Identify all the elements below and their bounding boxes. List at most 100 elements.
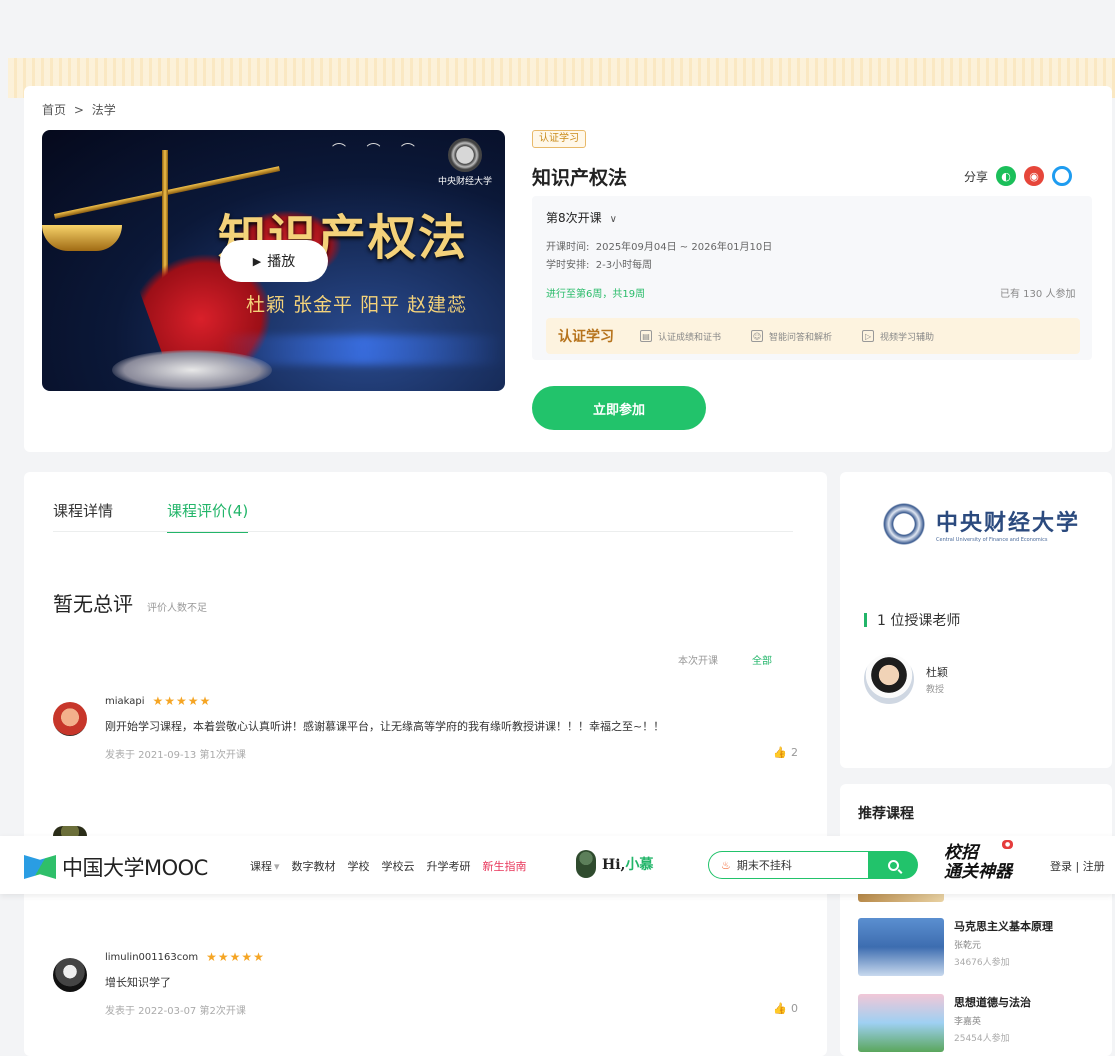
join-button[interactable]: 立即参加	[532, 386, 706, 430]
cert-feature-video: ▷ 视频学习辅助	[862, 330, 934, 343]
light-glow-graphic	[222, 335, 505, 365]
recommended-thumbnail	[858, 994, 944, 1052]
university-logo[interactable]: 中央财经大学 Central University of Finance and…	[880, 500, 1080, 548]
cert-title: 认证学习	[558, 329, 614, 345]
search-bar: ♨ 期末不挂科	[708, 851, 918, 879]
fire-icon: ♨	[721, 858, 731, 872]
recommended-teacher: 张乾元	[954, 941, 982, 951]
star-rating: ★★★★★	[206, 950, 265, 964]
review-username[interactable]: miakapi	[105, 696, 145, 707]
share-label: 分享	[964, 169, 989, 184]
university-name-en: Central University of Finance and Econom…	[936, 537, 1048, 543]
heading-accent-bar	[864, 613, 867, 627]
like-button[interactable]: 👍 2	[773, 746, 798, 759]
recommended-count: 25454人参加	[954, 1034, 1010, 1044]
certification-bar[interactable]: 认证学习 ▤ 认证成绩和证书 ☺ 智能问答和解析 ▷ 视频学习辅助	[546, 318, 1080, 354]
recommended-item[interactable]: 思想道德与法治 李嘉英 25454人参加	[858, 994, 1031, 1052]
play-button[interactable]: ▶ 播放	[220, 240, 328, 282]
logo-text: 中国大学MOOC	[62, 856, 208, 880]
recommended-count: 34676人参加	[954, 958, 1010, 968]
filter-this-term[interactable]: 本次开课	[678, 652, 718, 667]
video-icon: ▷	[862, 330, 875, 342]
chevron-down-icon: ∨	[609, 214, 617, 225]
birds-graphic: ⌒ ⌒ ⌒	[332, 143, 423, 159]
avatar[interactable]	[53, 826, 87, 836]
teacher-name[interactable]: 杜颖	[926, 664, 948, 680]
teacher-avatar[interactable]	[864, 654, 914, 704]
nav-item-school[interactable]: 学校	[348, 858, 370, 874]
review-meta: 发表于 2021-09-13 第1次开课	[105, 750, 246, 761]
recommended-item[interactable]: 马克思主义基本原理 张乾元 34676人参加	[858, 918, 1053, 976]
promo-badge: ●	[1002, 840, 1014, 849]
login-register-link[interactable]: 登录 | 注册	[1050, 858, 1105, 874]
mooc-logo-icon	[24, 855, 56, 879]
scale-pan-graphic	[42, 225, 122, 251]
top-navbar: 中国大学MOOC 课程 ▾ 数字教材 学校 学校云 升学考研 新生指南 Hi,小慕…	[0, 836, 1115, 894]
course-hours: 学时安排: 2-3小时每周	[546, 260, 653, 271]
term-select[interactable]: 第8次开课 ∨	[546, 209, 617, 226]
banner-teachers: 杜颖 张金平 阳平 赵建蕊	[246, 294, 468, 316]
review-summary: 暂无总评 评价人数不足	[53, 588, 207, 617]
site-logo[interactable]: 中国大学MOOC	[24, 852, 208, 882]
thumb-up-icon: 👍	[773, 1002, 787, 1015]
weibo-share-icon[interactable]: ◉	[1024, 166, 1045, 186]
cert-feature-qa: ☺ 智能问答和解析	[751, 330, 833, 343]
campus-recruit-promo[interactable]: 校招 通关神器 ●	[944, 840, 1014, 882]
search-button[interactable]	[868, 851, 918, 879]
like-button[interactable]: 👍 0	[773, 1002, 798, 1015]
breadcrumb-home[interactable]: 首页	[42, 103, 66, 117]
nav-item-freshman-guide[interactable]: 新生指南	[483, 858, 527, 874]
course-content-card	[24, 472, 827, 1056]
teacher-role: 教授	[926, 685, 945, 695]
nav-item-courses[interactable]: 课程 ▾	[250, 858, 280, 874]
play-icon: ▶	[252, 254, 262, 268]
share-bar: 分享 ◐ ◉	[964, 166, 1073, 186]
avatar[interactable]	[53, 702, 87, 736]
review-content: 增长知识学了	[105, 976, 171, 989]
thumb-up-icon: 👍	[773, 746, 787, 759]
play-label: 播放	[267, 254, 296, 270]
tab-reviews[interactable]: 课程评价(4)	[167, 500, 249, 533]
qq-share-icon[interactable]	[1052, 166, 1073, 186]
certification-tag: 认证学习	[532, 130, 586, 148]
course-banner[interactable]: ⌒ ⌒ ⌒ 中央财经大学 知识产权法 杜颖 张金平 阳平 赵建蕊 ▶ 播放	[42, 130, 505, 391]
review-content: 刚开始学习课程，本着尝敬心认真听讲！感谢慕课平台，让无缘高等学府的我有缘听教授讲…	[105, 720, 665, 733]
breadcrumb: 首页 > 法学	[42, 101, 120, 118]
wechat-share-icon[interactable]: ◐	[996, 166, 1017, 186]
review-username[interactable]: limulin001163com	[105, 952, 198, 963]
nav-item-exam-prep[interactable]: 升学考研	[427, 858, 471, 874]
tab-details[interactable]: 课程详情	[53, 500, 113, 533]
tab-divider	[53, 531, 793, 532]
teachers-heading: 1 位授课老师	[864, 610, 960, 630]
recommended-name: 马克思主义基本原理	[954, 920, 1053, 933]
review-filter: 本次开课 全部	[678, 652, 772, 667]
cert-feature-certificate: ▤ 认证成绩和证书	[640, 330, 721, 343]
content-tabs: 课程详情 课程评价(4)	[53, 500, 249, 533]
breadcrumb-current[interactable]: 法学	[92, 103, 116, 117]
ai-assistant[interactable]: Hi,小慕	[576, 850, 653, 878]
course-title: 知识产权法	[532, 167, 628, 189]
summary-title: 暂无总评	[53, 592, 133, 616]
chevron-down-icon: ▾	[274, 860, 280, 873]
recommended-name: 思想道德与法治	[954, 996, 1031, 1009]
search-icon	[887, 859, 899, 871]
banner-university-mark: 中央财经大学	[432, 138, 498, 188]
recommended-teacher: 李嘉英	[954, 1017, 982, 1027]
avatar[interactable]	[53, 958, 87, 992]
breadcrumb-separator: >	[73, 103, 84, 117]
recommended-thumbnail[interactable]	[858, 894, 944, 902]
course-progress: 进行至第6周，共19周	[546, 289, 646, 300]
search-input[interactable]: ♨ 期末不挂科	[708, 851, 868, 879]
nav-item-digital-textbook[interactable]: 数字教材	[292, 858, 336, 874]
joined-count: 已有 130 人参加	[1000, 289, 1076, 300]
university-name-cn: 中央财经大学	[936, 510, 1081, 536]
university-seal-icon	[880, 500, 928, 548]
nav-item-school-cloud[interactable]: 学校云	[382, 858, 415, 874]
robot-icon: ☺	[751, 330, 764, 342]
filter-all[interactable]: 全部	[752, 652, 772, 667]
assistant-avatar-icon	[576, 850, 596, 878]
star-rating: ★★★★★	[152, 694, 212, 708]
summary-note: 评价人数不足	[147, 603, 207, 614]
review-meta: 发表于 2022-03-07 第2次开课	[105, 1006, 246, 1017]
nav-menu: 课程 ▾ 数字教材 学校 学校云 升学考研 新生指南	[250, 858, 527, 874]
